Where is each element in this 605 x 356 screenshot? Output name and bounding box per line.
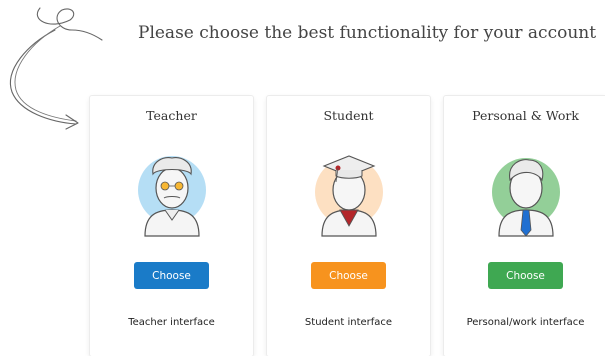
card-caption: Student interface [304, 317, 393, 328]
choose-personal-work-button[interactable]: Choose [488, 262, 563, 289]
card-caption: Personal/work interface [466, 317, 585, 328]
student-card: Student Choose Student interface [267, 96, 430, 356]
teacher-avatar-icon [138, 156, 206, 237]
choose-teacher-button[interactable]: Choose [134, 262, 209, 289]
card-title: Personal & Work [472, 108, 579, 123]
card-title: Teacher [146, 108, 197, 123]
personal-work-avatar-icon [492, 158, 560, 237]
teacher-card: Teacher Choose Teacher interface [90, 96, 253, 356]
student-avatar-icon [315, 155, 383, 237]
personal-work-card: Personal & Work Choose Personal/work int… [444, 96, 605, 356]
card-title: Student [323, 108, 374, 123]
page-title: Please choose the best functionality for… [138, 23, 597, 43]
choose-student-button[interactable]: Choose [311, 262, 386, 289]
card-caption: Teacher interface [128, 317, 215, 328]
